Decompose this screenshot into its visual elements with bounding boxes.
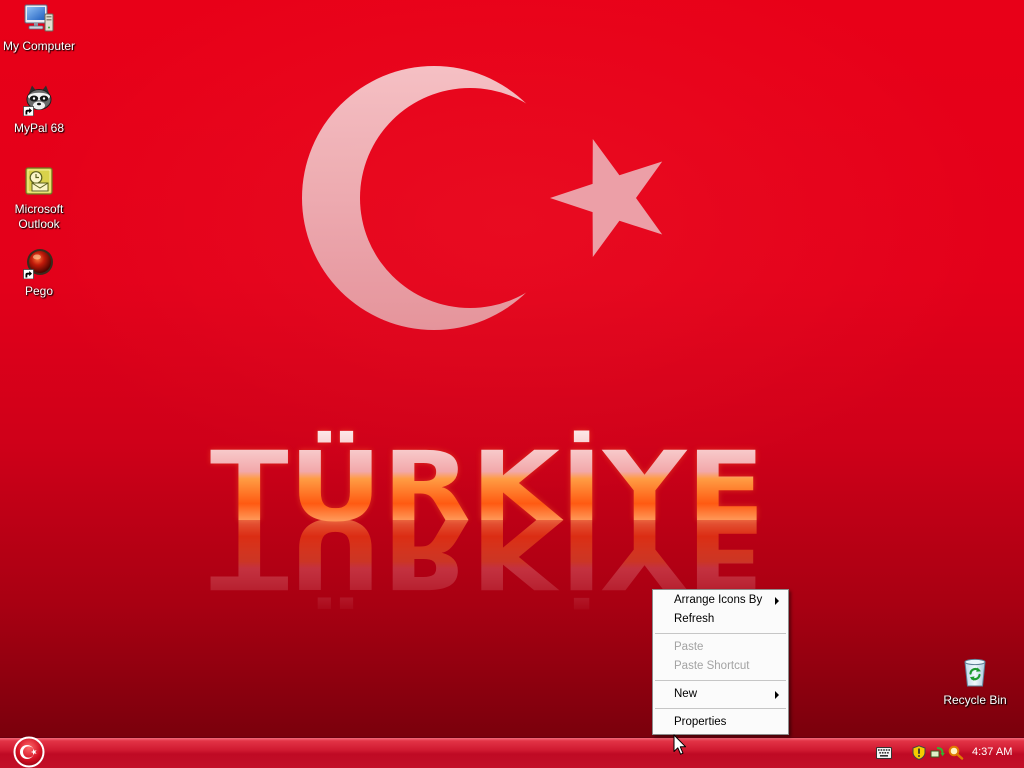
menu-item-arrange-icons-by[interactable]: Arrange Icons By [653, 591, 788, 610]
wallpaper: TÜRKİYE TÜRKİYE TÜRKİYE [0, 0, 1024, 738]
desktop-icon-label: MyPal 68 [13, 121, 65, 135]
wallpaper-crescent [302, 66, 566, 330]
pego-icon [23, 247, 55, 279]
desktop-icon-label: My Computer [2, 39, 76, 53]
security-shield-icon[interactable] [912, 745, 926, 760]
mouse-cursor [673, 734, 687, 755]
submenu-arrow-icon [775, 691, 779, 699]
my-computer-icon [23, 2, 55, 34]
menu-item-new[interactable]: New [653, 685, 788, 704]
submenu-arrow-icon [775, 597, 779, 605]
desktop-context-menu: Arrange Icons By Refresh Paste Paste Sho… [652, 589, 789, 735]
menu-separator [653, 676, 788, 685]
menu-item-label: Paste Shortcut [674, 660, 750, 672]
menu-item-label: Refresh [674, 613, 715, 625]
recycle-bin-icon [959, 656, 991, 688]
menu-item-label: New [674, 688, 698, 700]
outlook-icon [23, 165, 55, 197]
desktop-icon-my-computer[interactable]: My Computer [1, 2, 77, 54]
taskbar-clock[interactable]: 4:37 AM [972, 745, 1012, 760]
menu-item-refresh[interactable]: Refresh [653, 610, 788, 629]
desktop-icon-label: Microsoft Outlook [14, 202, 64, 231]
menu-separator [653, 629, 788, 638]
start-orb-icon [13, 736, 45, 768]
menu-separator [653, 704, 788, 713]
desktop-icon-label: Recycle Bin [943, 693, 1007, 707]
shortcut-arrow-icon [23, 106, 34, 116]
wallpaper-star [550, 139, 663, 257]
menu-item-label: Arrange Icons By [674, 594, 763, 606]
keyboard-icon[interactable] [876, 747, 892, 759]
desktop-icon-recycle-bin[interactable]: Recycle Bin [937, 656, 1013, 708]
menu-item-paste: Paste [653, 638, 788, 657]
taskbar: 4:37 AM [0, 736, 1024, 768]
desktop-icon-mypal[interactable]: MyPal 68 [1, 84, 77, 136]
network-icon[interactable] [930, 745, 946, 760]
menu-item-properties[interactable]: Properties [653, 713, 788, 732]
menu-item-label: Paste [674, 641, 704, 653]
desktop-icon-outlook[interactable]: Microsoft Outlook [1, 165, 77, 232]
menu-item-label: Properties [674, 716, 727, 728]
desktop-icon-label: Pego [24, 284, 54, 298]
shortcut-arrow-icon [23, 269, 34, 279]
start-button[interactable] [13, 736, 45, 768]
mypal-browser-icon [23, 84, 55, 116]
menu-item-paste-shortcut: Paste Shortcut [653, 657, 788, 676]
desktop-icon-pego[interactable]: Pego [1, 247, 77, 299]
desktop-screen: TÜRKİYE TÜRKİYE TÜRKİYE My Computer MyPa… [0, 0, 1024, 768]
wallpaper-art: TÜRKİYE TÜRKİYE TÜRKİYE [210, 66, 765, 610]
search-icon[interactable] [948, 745, 964, 760]
